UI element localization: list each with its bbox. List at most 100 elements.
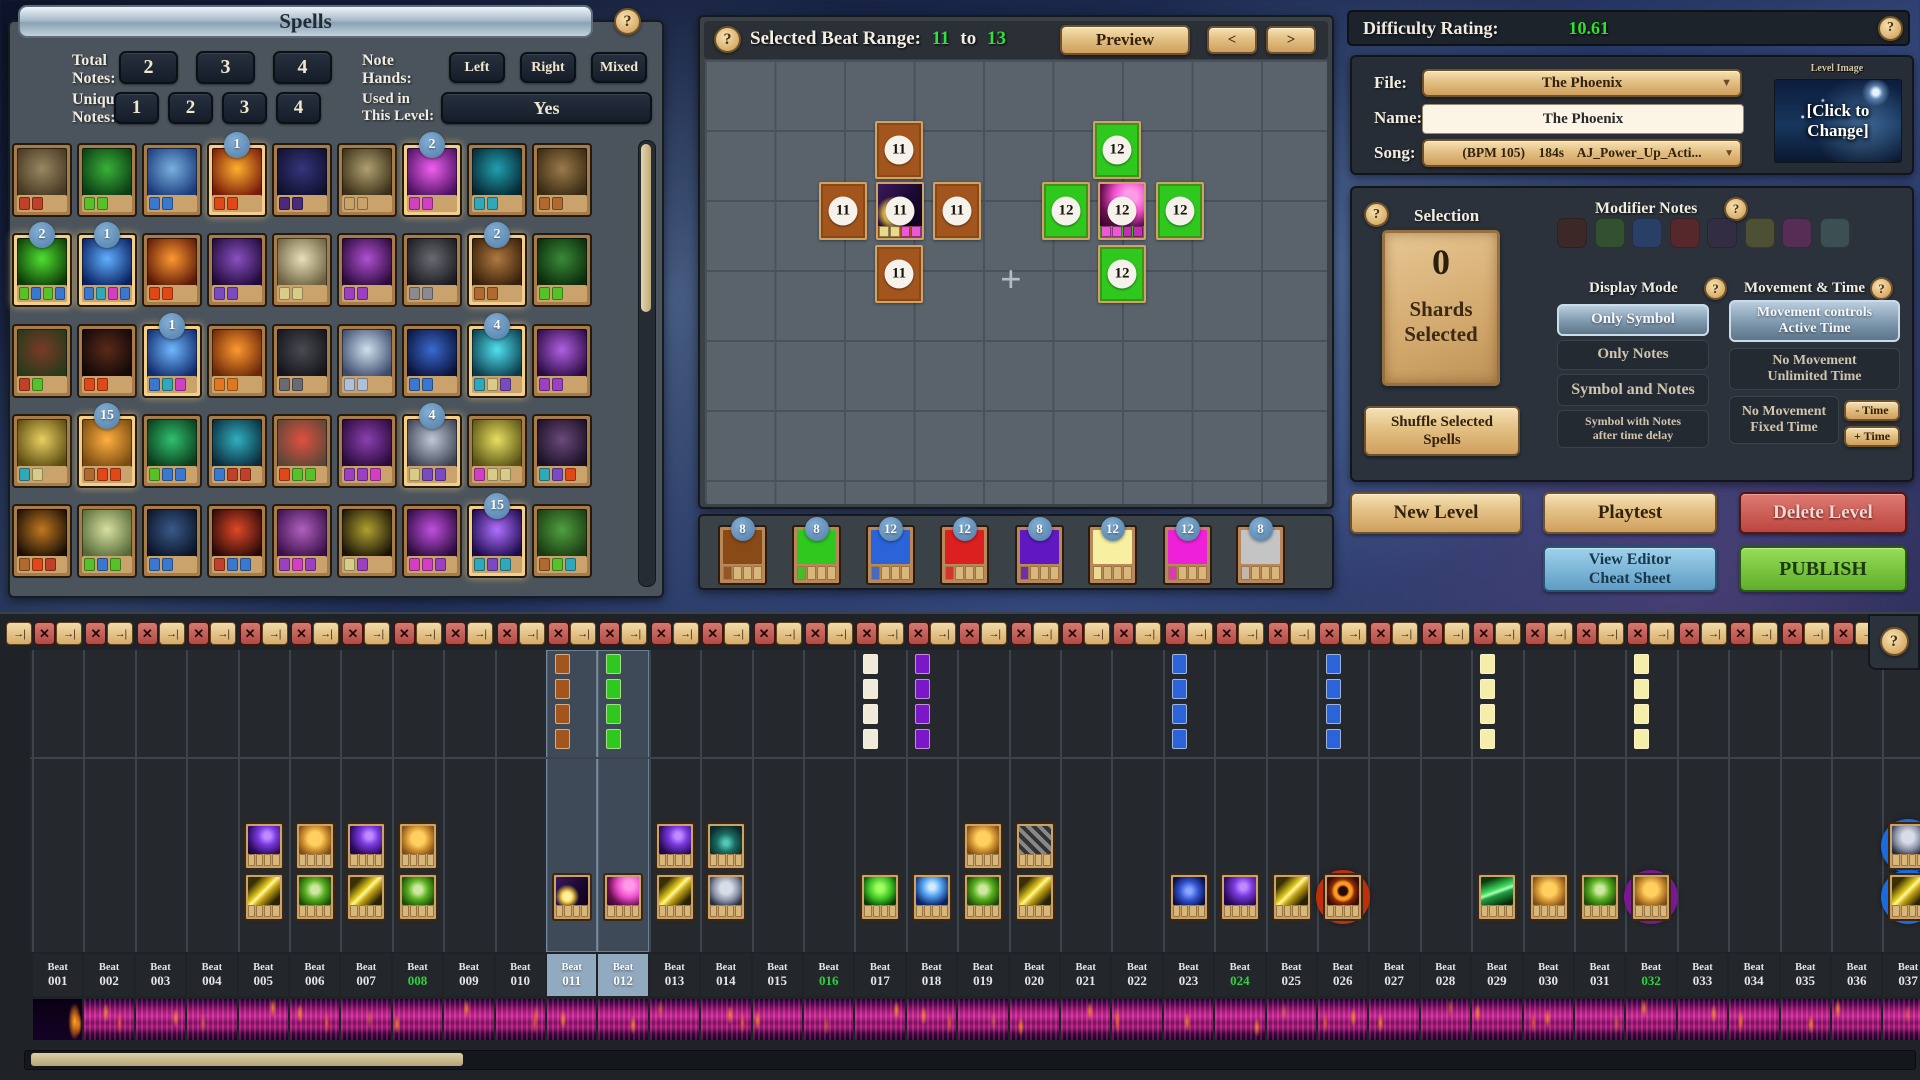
timeline-beat-column[interactable] [1060, 650, 1111, 952]
timeline-beat-column[interactable] [1677, 650, 1728, 952]
spell-card[interactable] [77, 143, 137, 217]
beat-delete-button[interactable]: ✕ [1216, 622, 1237, 645]
timeline-spell-purple-lightning[interactable] [655, 822, 695, 870]
beat-delete-button[interactable]: ✕ [240, 622, 261, 645]
timeline-spell-reaper[interactable] [706, 822, 746, 870]
palette-card[interactable]: 8 [718, 525, 767, 585]
beat-advance-button[interactable]: →| [416, 622, 442, 645]
timeline-beat-column[interactable] [1780, 650, 1831, 952]
spell-card[interactable] [402, 233, 462, 307]
spell-card[interactable] [142, 233, 202, 307]
timeline-spell-purple-lightning[interactable] [1220, 873, 1260, 921]
modifier-note-swatch[interactable] [1820, 218, 1850, 248]
timeline-beat-column[interactable] [186, 650, 237, 952]
spell-card[interactable] [532, 143, 592, 217]
beat-advance-button[interactable]: →| [1033, 622, 1059, 645]
beat-grid-tile[interactable]: 12 [1098, 182, 1146, 240]
beat-delete-button[interactable]: ✕ [291, 622, 312, 645]
beat-grid-tile[interactable]: 11 [819, 182, 867, 240]
spells-scrollbar-track[interactable] [638, 140, 656, 587]
modifier-note-swatch[interactable] [1595, 218, 1625, 248]
spell-card[interactable] [467, 414, 527, 488]
spell-card[interactable] [12, 414, 72, 488]
beat-grid-tile[interactable]: 11 [875, 121, 923, 179]
palette-card[interactable]: 8 [792, 525, 841, 585]
beat-delete-button[interactable]: ✕ [1268, 622, 1289, 645]
beat-label[interactable]: Beat001 [33, 954, 82, 996]
palette-card[interactable]: 12 [1088, 525, 1137, 585]
timeline-beat-column[interactable] [83, 650, 134, 952]
timeline-spell-green-monster[interactable] [295, 873, 335, 921]
beat-delete-button[interactable]: ✕ [1113, 622, 1134, 645]
spell-card[interactable] [142, 414, 202, 488]
spell-card[interactable]: 2 [12, 233, 72, 307]
timeline-note-block[interactable] [863, 729, 878, 749]
spell-card[interactable] [77, 504, 137, 578]
beat-grid-tile[interactable]: 12 [1042, 182, 1090, 240]
timeline-note-block[interactable] [606, 729, 621, 749]
spell-card[interactable]: 1 [207, 143, 267, 217]
beat-advance-button[interactable]: →| [570, 622, 596, 645]
movement-time-option[interactable]: No Movement Unlimited Time [1729, 348, 1900, 390]
spell-card[interactable]: 4 [402, 414, 462, 488]
timeline-note-block[interactable] [1172, 679, 1187, 699]
timeline-note-block[interactable] [555, 679, 570, 699]
timeline-spell-shield[interactable] [295, 822, 335, 870]
new-level-button[interactable]: New Level [1350, 492, 1522, 534]
beat-delete-button[interactable]: ✕ [1319, 622, 1340, 645]
palette-card[interactable]: 8 [1015, 525, 1064, 585]
spell-card[interactable] [467, 143, 527, 217]
beat-label[interactable]: Beat023 [1164, 954, 1213, 996]
timeline-note-block[interactable] [915, 729, 930, 749]
beat-label[interactable]: Beat030 [1524, 954, 1573, 996]
modifier-note-swatch[interactable] [1632, 218, 1662, 248]
beat-advance-button[interactable]: →| [1341, 622, 1367, 645]
spell-card[interactable] [337, 143, 397, 217]
view-cheat-sheet-button[interactable]: View Editor Cheat Sheet [1543, 546, 1717, 592]
timeline-note-block[interactable] [1634, 654, 1649, 674]
timeline-spell-shield[interactable] [1631, 873, 1671, 921]
spell-card[interactable] [532, 414, 592, 488]
beat-label[interactable]: Beat034 [1729, 954, 1778, 996]
spell-card[interactable] [532, 504, 592, 578]
timeline-note-block[interactable] [1172, 704, 1187, 724]
beat-advance-button[interactable]: →| [1238, 622, 1264, 645]
beat-label[interactable]: Beat012 [598, 954, 647, 996]
difficulty-help-icon[interactable]: ? [1878, 16, 1903, 41]
delete-level-button[interactable]: Delete Level [1739, 492, 1907, 534]
beat-delete-button[interactable]: ✕ [394, 622, 415, 645]
beat-label[interactable]: Beat013 [650, 954, 699, 996]
song-dropdown[interactable]: (BPM 105) 184s AJ_Power_Up_Acti... ▼ [1422, 139, 1742, 167]
beat-advance-button[interactable]: →| [467, 622, 493, 645]
beat-advance-button[interactable]: →| [159, 622, 185, 645]
beat-advance-button[interactable]: →| [1701, 622, 1727, 645]
spell-card[interactable]: 2 [467, 233, 527, 307]
spell-card[interactable] [337, 324, 397, 398]
beat-note-grid[interactable]: + 11111111111212121212 [705, 60, 1327, 504]
filter-note-hands-right[interactable]: Right [520, 52, 576, 83]
beat-delete-button[interactable]: ✕ [908, 622, 929, 645]
beat-label[interactable]: Beat027 [1369, 954, 1418, 996]
spell-card[interactable] [402, 324, 462, 398]
spell-card[interactable] [402, 504, 462, 578]
spell-card[interactable] [12, 143, 72, 217]
spell-card[interactable] [207, 504, 267, 578]
timeline-spell-purple-lightning[interactable] [244, 822, 284, 870]
palette-card[interactable]: 12 [940, 525, 989, 585]
timeline-spell-shield[interactable] [398, 822, 438, 870]
timeline-note-block[interactable] [1326, 679, 1341, 699]
beat-delete-button[interactable]: ✕ [1062, 622, 1083, 645]
timeline-spell-green-dragon[interactable] [860, 873, 900, 921]
filter-unique-notes-1[interactable]: 1 [114, 92, 159, 124]
spell-card[interactable]: 1 [77, 233, 137, 307]
beat-delete-button[interactable]: ✕ [599, 622, 620, 645]
timeline-note-block[interactable] [1326, 729, 1341, 749]
beat-delete-button[interactable]: ✕ [342, 622, 363, 645]
beat-label[interactable]: Beat037 [1883, 954, 1920, 996]
level-name-input[interactable] [1422, 104, 1744, 134]
preview-button[interactable]: Preview [1060, 25, 1190, 55]
file-dropdown[interactable]: The Phoenix ▼ [1422, 69, 1742, 97]
timeline-spell-yellow-axe[interactable] [1888, 873, 1920, 921]
palette-card[interactable]: 12 [1163, 525, 1212, 585]
beat-delete-button[interactable]: ✕ [1679, 622, 1700, 645]
